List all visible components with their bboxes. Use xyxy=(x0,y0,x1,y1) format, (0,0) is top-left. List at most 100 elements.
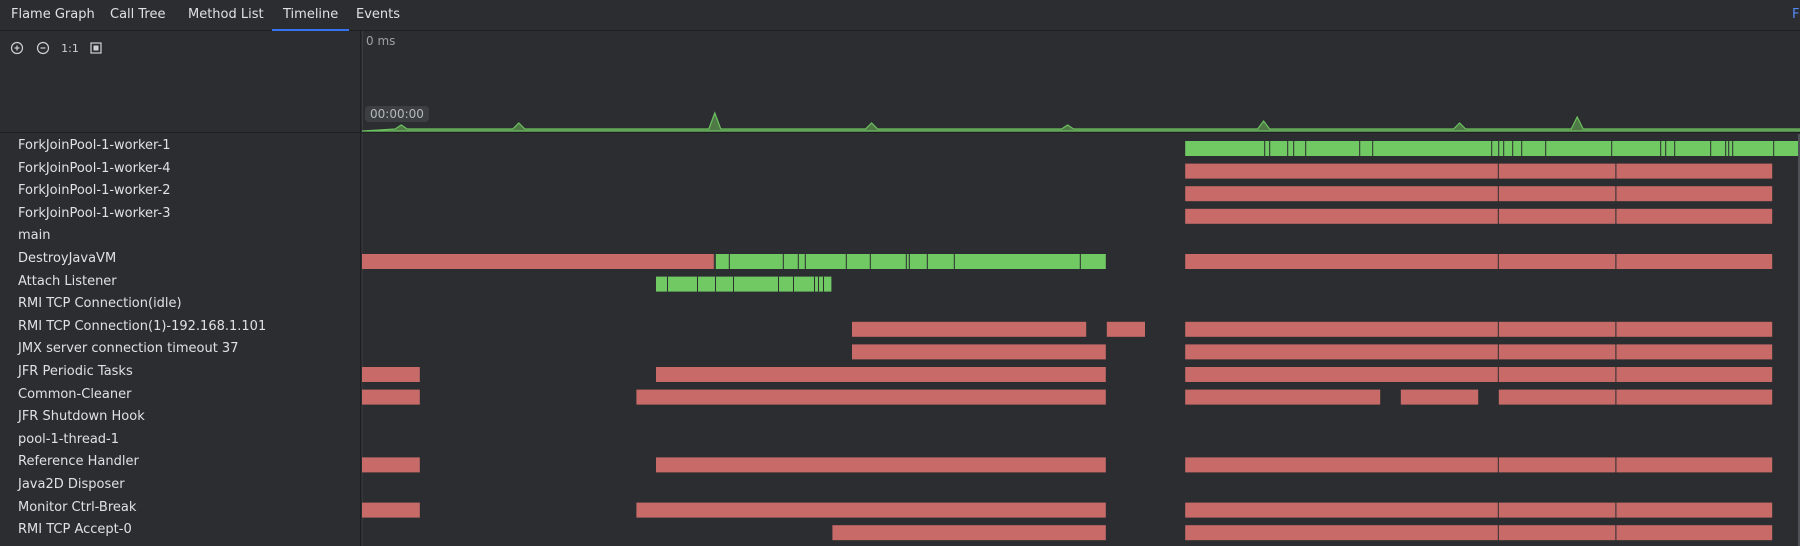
thread-state-segment xyxy=(1616,525,1773,541)
zoom-out-icon[interactable] xyxy=(32,37,54,59)
thread-state-segment xyxy=(362,389,420,405)
thread-state-segment xyxy=(1498,321,1616,337)
thread-state-segment xyxy=(1498,502,1616,518)
time-badge: 00:00:00 xyxy=(365,106,429,122)
state-gap xyxy=(1293,141,1295,156)
state-gap xyxy=(1498,141,1500,156)
thread-state-segment xyxy=(1106,321,1145,337)
thread-name[interactable]: ForkJoinPool-1-worker-3 xyxy=(18,204,171,224)
thread-state-segment xyxy=(1498,254,1616,269)
thread-state-segment xyxy=(1185,163,1498,179)
thread-name[interactable]: main xyxy=(18,226,50,246)
tab-method-list[interactable]: Method List xyxy=(177,0,275,31)
thread-state-segment xyxy=(362,502,420,518)
thread-state-segment xyxy=(1185,186,1498,202)
thread-state-segment xyxy=(1616,367,1773,382)
state-gap xyxy=(814,276,815,292)
state-gap xyxy=(1359,141,1361,156)
thread-state-segment xyxy=(1616,389,1773,405)
state-gap xyxy=(793,276,794,292)
thread-state-segment xyxy=(1185,502,1498,518)
thread-name[interactable]: pool-1-thread-1 xyxy=(18,430,119,450)
thread-name[interactable]: RMI TCP Accept-0 xyxy=(18,520,132,540)
thread-state-segment xyxy=(1616,163,1773,179)
thread-lanes[interactable] xyxy=(362,134,1800,546)
thread-state-segment xyxy=(362,254,714,269)
thread-state-segment xyxy=(1616,344,1773,360)
zoom-in-icon[interactable] xyxy=(6,37,28,59)
thread-name[interactable]: Java2D Disposer xyxy=(18,475,125,495)
thread-state-segment xyxy=(1185,344,1498,360)
state-gap xyxy=(908,254,910,269)
state-gap xyxy=(1491,141,1493,156)
thread-state-segment xyxy=(1616,457,1773,473)
tab-events[interactable]: Events xyxy=(345,0,411,31)
thread-state-segment xyxy=(1185,321,1498,337)
thread-state-segment xyxy=(362,367,420,382)
thread-name[interactable]: Common-Cleaner xyxy=(18,385,131,405)
thread-name[interactable]: ForkJoinPool-1-worker-1 xyxy=(18,136,171,156)
tab-bar: Flame Graph Call Tree Method List Timeli… xyxy=(0,0,1800,31)
thread-state-segment xyxy=(656,276,832,292)
thread-state-segment xyxy=(1498,208,1616,224)
tab-flame-graph[interactable]: Flame Graph xyxy=(0,0,106,31)
thread-name[interactable]: JMX server connection timeout 37 xyxy=(18,339,238,359)
thread-state-segment xyxy=(1185,525,1498,541)
state-gap xyxy=(953,254,955,269)
state-gap xyxy=(1545,141,1547,156)
state-gap xyxy=(1503,141,1505,156)
thread-state-segment xyxy=(1185,367,1498,382)
cpu-activity-chart[interactable]: 0 ms5 sec10 sec15 sec 00:00:00 xyxy=(362,31,1800,133)
time-tick-label: 0 ms xyxy=(366,34,396,48)
thread-name[interactable]: RMI TCP Connection(idle) xyxy=(18,294,182,314)
thread-state-segment xyxy=(1498,457,1616,473)
thread-state-segment xyxy=(1616,321,1773,337)
state-gap xyxy=(1079,254,1081,269)
state-gap xyxy=(1725,141,1727,156)
state-gap xyxy=(818,276,819,292)
thread-state-segment xyxy=(1498,163,1616,179)
state-gap xyxy=(797,254,799,269)
state-gap xyxy=(905,254,907,269)
thread-state-segment xyxy=(1498,525,1616,541)
state-gap xyxy=(1674,141,1676,156)
thread-name[interactable]: JFR Shutdown Hook xyxy=(18,407,145,427)
state-gap xyxy=(926,254,928,269)
tab-timeline[interactable]: Timeline xyxy=(272,0,350,31)
state-gap xyxy=(1372,141,1374,156)
state-gap xyxy=(823,276,824,292)
thread-state-segment xyxy=(1616,254,1773,269)
thread-name[interactable]: Monitor Ctrl-Break xyxy=(18,498,136,518)
thread-state-segment xyxy=(1498,367,1616,382)
actual-size-button[interactable]: 1:1 xyxy=(59,37,81,59)
thread-list-panel: 1:1 ForkJoinPool-1-worker-1 ForkJoinPool-… xyxy=(0,31,361,546)
thread-name[interactable]: DestroyJavaVM xyxy=(18,249,116,269)
thread-state-segment xyxy=(656,367,1106,382)
state-gap xyxy=(1732,141,1734,156)
thread-name[interactable]: ForkJoinPool-1-worker-2 xyxy=(18,181,171,201)
thread-lanes-svg xyxy=(362,134,1799,546)
state-gap xyxy=(667,276,668,292)
thread-state-segment xyxy=(1498,344,1616,360)
state-gap xyxy=(1773,141,1775,156)
cut-off-label[interactable]: F xyxy=(1792,0,1800,31)
thread-name[interactable]: RMI TCP Connection(1)-192.168.1.101 xyxy=(18,317,266,337)
state-gap xyxy=(1710,141,1712,156)
tab-call-tree[interactable]: Call Tree xyxy=(99,0,177,31)
thread-name[interactable]: JFR Periodic Tasks xyxy=(18,362,133,382)
state-gap xyxy=(782,254,784,269)
fit-icon[interactable] xyxy=(85,37,107,59)
thread-name[interactable]: ForkJoinPool-1-worker-4 xyxy=(18,159,171,179)
thread-state-segment xyxy=(1185,254,1498,269)
state-gap xyxy=(733,276,734,292)
thread-state-segment xyxy=(1616,208,1773,224)
state-gap xyxy=(1660,141,1662,156)
state-gap xyxy=(1305,141,1307,156)
thread-name[interactable]: Attach Listener xyxy=(18,272,117,292)
thread-state-segment xyxy=(1185,457,1498,473)
thread-name[interactable]: Reference Handler xyxy=(18,452,139,472)
state-gap xyxy=(1728,141,1730,156)
thread-state-segment xyxy=(636,502,1106,518)
thread-state-segment xyxy=(852,344,1106,360)
state-gap xyxy=(1264,141,1266,156)
